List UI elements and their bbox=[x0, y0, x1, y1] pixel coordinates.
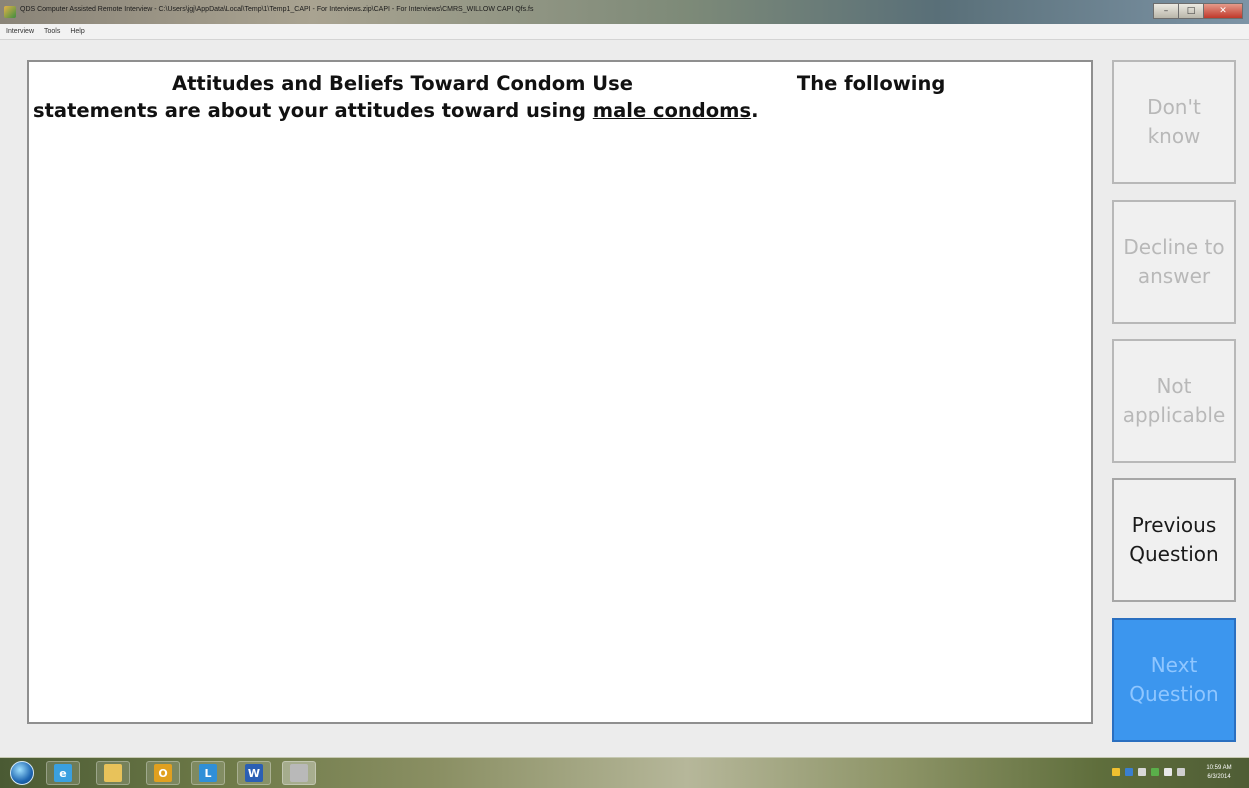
question-intro: The following bbox=[796, 72, 946, 95]
decline-line1: Decline to bbox=[1123, 235, 1225, 259]
dont-know-line2: know bbox=[1147, 124, 1201, 148]
question-body: statements are about your attitudes towa… bbox=[33, 99, 593, 122]
clock-date: 6/3/2014 bbox=[1207, 774, 1231, 780]
next-question-button[interactable]: Next Question bbox=[1112, 618, 1236, 742]
outlook-icon: O bbox=[154, 764, 172, 782]
taskbar-app-ie[interactable]: e bbox=[46, 761, 80, 785]
decline-label: Decline to answer bbox=[1113, 233, 1235, 291]
system-clock[interactable]: 10:59 AM 6/3/2014 bbox=[1197, 764, 1241, 782]
tray-volume-icon[interactable] bbox=[1177, 768, 1185, 776]
not-applicable-line2: applicable bbox=[1122, 403, 1226, 427]
taskbar-app-qds[interactable] bbox=[282, 761, 316, 785]
question-text: Attitudes and Beliefs Toward Condom Use T… bbox=[33, 70, 1083, 124]
previous-line2: Question bbox=[1129, 542, 1219, 566]
close-button[interactable]: ✕ bbox=[1203, 3, 1243, 19]
menu-bar: Interview Tools Help bbox=[0, 24, 1249, 40]
not-applicable-line1: Not bbox=[1156, 374, 1192, 398]
window-controls: – □ ✕ bbox=[1153, 3, 1243, 19]
dont-know-label: Don't know bbox=[1113, 93, 1235, 151]
previous-line1: Previous bbox=[1131, 513, 1217, 537]
taskbar: e O L W 10:59 AM 6/3/2014 bbox=[0, 757, 1249, 788]
question-emphasis: male condoms bbox=[592, 99, 752, 122]
menu-tools[interactable]: Tools bbox=[44, 28, 60, 35]
question-title: Attitudes and Beliefs Toward Condom Use bbox=[172, 72, 633, 95]
next-label: Next Question bbox=[1113, 651, 1235, 709]
decline-line2: answer bbox=[1137, 264, 1211, 288]
previous-question-button[interactable]: Previous Question bbox=[1112, 478, 1236, 602]
window-title: QDS Computer Assisted Remote Interview -… bbox=[20, 6, 534, 13]
tray-monitor-icon[interactable] bbox=[1125, 768, 1133, 776]
internet-explorer-icon: e bbox=[54, 764, 72, 782]
menu-interview[interactable]: Interview bbox=[6, 28, 34, 35]
next-line2: Question bbox=[1129, 682, 1219, 706]
taskbar-app-word[interactable]: W bbox=[237, 761, 271, 785]
next-line1: Next bbox=[1150, 653, 1198, 677]
tray-green-icon[interactable] bbox=[1151, 768, 1159, 776]
taskbar-app-outlook[interactable]: O bbox=[146, 761, 180, 785]
not-applicable-label: Not applicable bbox=[1113, 372, 1235, 430]
word-icon: W bbox=[245, 764, 263, 782]
previous-label: Previous Question bbox=[1113, 511, 1235, 569]
minimize-button[interactable]: – bbox=[1153, 3, 1179, 19]
qds-app-icon bbox=[290, 764, 308, 782]
question-panel: Attitudes and Beliefs Toward Condom Use T… bbox=[27, 60, 1093, 724]
file-explorer-icon bbox=[104, 764, 122, 782]
maximize-button[interactable]: □ bbox=[1178, 3, 1204, 19]
dont-know-button[interactable]: Don't know bbox=[1112, 60, 1236, 184]
app-icon bbox=[4, 6, 16, 18]
tray-network-icon[interactable] bbox=[1164, 768, 1172, 776]
not-applicable-button[interactable]: Not applicable bbox=[1112, 339, 1236, 463]
tray-app-icon[interactable] bbox=[1138, 768, 1146, 776]
system-tray bbox=[1107, 768, 1185, 776]
dont-know-line1: Don't bbox=[1147, 95, 1201, 119]
lync-icon: L bbox=[199, 764, 217, 782]
taskbar-app-lync[interactable]: L bbox=[191, 761, 225, 785]
window-title-bar[interactable]: QDS Computer Assisted Remote Interview -… bbox=[0, 0, 1249, 24]
question-body-end: . bbox=[751, 99, 759, 122]
tray-flag-icon[interactable] bbox=[1112, 768, 1120, 776]
menu-help[interactable]: Help bbox=[70, 28, 84, 35]
decline-to-answer-button[interactable]: Decline to answer bbox=[1112, 200, 1236, 324]
taskbar-app-explorer[interactable] bbox=[96, 761, 130, 785]
start-button[interactable] bbox=[10, 761, 34, 785]
clock-time: 10:59 AM bbox=[1206, 765, 1232, 771]
